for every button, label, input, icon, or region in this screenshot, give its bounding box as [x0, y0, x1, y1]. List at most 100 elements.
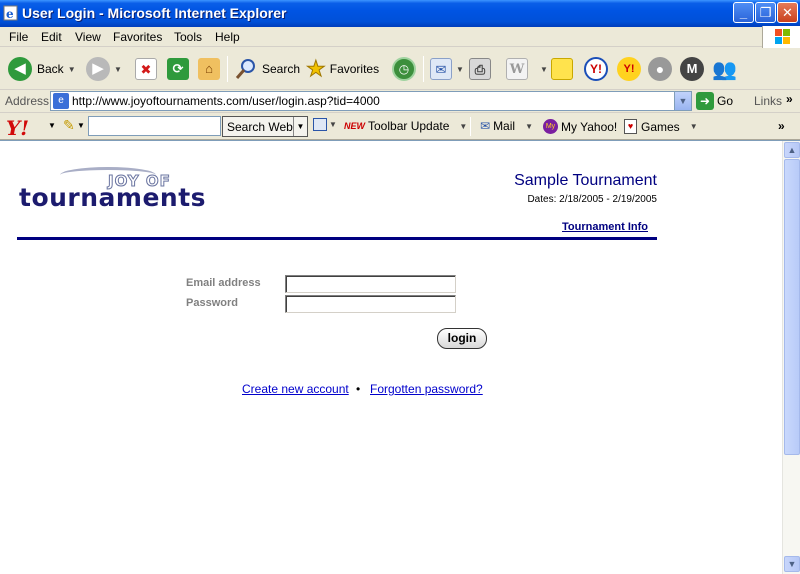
refresh-button[interactable]: ⟳	[167, 54, 189, 84]
yahoo-logo-dropdown-icon[interactable]: ▼	[48, 121, 56, 130]
search-icon	[235, 59, 255, 79]
toolbar-update-button[interactable]: NEW Toolbar Update ▼	[344, 119, 467, 133]
scroll-thumb[interactable]	[784, 159, 800, 455]
my-yahoo-button[interactable]: My My Yahoo!	[543, 119, 617, 134]
yahoo-search-input[interactable]	[88, 116, 221, 136]
back-label: Back	[37, 62, 64, 76]
options-dropdown-icon: ▼	[329, 120, 337, 129]
toolbar-options-button[interactable]: ▼	[313, 118, 337, 131]
speech-bubble-icon: ●	[648, 57, 672, 81]
favorites-label: Favorites	[329, 62, 380, 76]
forward-arrow-icon: ▶	[86, 57, 110, 81]
menu-edit[interactable]: Edit	[41, 30, 62, 44]
history-button[interactable]: ◷	[392, 54, 416, 84]
mail-button[interactable]: ✉ ▼	[430, 54, 464, 84]
create-account-link[interactable]: Create new account	[242, 382, 349, 396]
password-field[interactable]	[285, 295, 456, 313]
pencil-dropdown-icon[interactable]: ▼	[77, 121, 85, 130]
back-button[interactable]: ◀ Back ▼	[8, 54, 76, 84]
logo-tournaments: tournaments	[19, 183, 207, 212]
yahoo-mail-button[interactable]: ✉ Mail ▼	[480, 119, 533, 133]
games-dropdown-icon: ▼	[689, 122, 698, 131]
browser-window: e User Login - Microsoft Internet Explor…	[0, 0, 800, 574]
forgot-password-link[interactable]: Forgotten password?	[370, 382, 483, 396]
favorites-button[interactable]: ★ Favorites	[306, 54, 380, 84]
print-button[interactable]: ⎙	[469, 54, 491, 84]
search-label: Search	[262, 62, 301, 76]
yahoo-logo[interactable]: Y!	[6, 116, 29, 140]
new-badge: NEW	[344, 121, 365, 131]
mail-dropdown-icon[interactable]: ▼	[456, 65, 464, 74]
maximize-button[interactable]: ❐	[755, 2, 776, 23]
toolbar-separator	[470, 117, 471, 136]
email-label: Email address	[186, 277, 261, 289]
pencil-icon[interactable]: ✎	[63, 117, 75, 134]
email-field[interactable]	[285, 275, 456, 293]
search-web-label: Search Web	[227, 120, 293, 134]
menu-view[interactable]: View	[75, 30, 101, 44]
links-label[interactable]: Links	[754, 94, 782, 108]
menu-favorites[interactable]: Favorites	[113, 30, 162, 44]
window-title: User Login - Microsoft Internet Explorer	[22, 5, 287, 21]
chat-button[interactable]: ●	[648, 54, 672, 84]
header-divider	[17, 237, 657, 240]
toolbar-update-label: Toolbar Update	[368, 119, 450, 133]
standard-toolbar: ◀ Back ▼ ▶ ▼ ✖ ⟳ ⌂ Search ★ Favorites ◷ …	[0, 48, 800, 90]
link-separator: •	[356, 382, 361, 396]
close-button[interactable]: ✕	[777, 2, 798, 23]
search-button[interactable]: Search	[234, 54, 300, 84]
tournament-info-link[interactable]: Tournament Info	[562, 221, 648, 233]
forward-dropdown-icon[interactable]: ▼	[114, 65, 122, 74]
history-icon: ◷	[392, 57, 416, 81]
mail-dropdown-icon: ▼	[525, 121, 533, 131]
toolbar-chevron-icon[interactable]: »	[778, 119, 785, 133]
toolbar-separator	[227, 56, 228, 82]
title-bar[interactable]: e User Login - Microsoft Internet Explor…	[0, 0, 800, 27]
favorites-star-icon: ★	[306, 56, 327, 82]
minimize-button[interactable]: _	[733, 2, 754, 23]
mail-envelope-icon: ✉	[430, 58, 452, 80]
scroll-down-icon[interactable]: ▼	[784, 556, 800, 572]
media-m-icon: M	[680, 57, 704, 81]
address-input[interactable]: e http://www.joyoftournaments.com/user/l…	[50, 91, 692, 111]
back-dropdown-icon[interactable]: ▼	[68, 65, 76, 74]
search-web-dropdown-icon[interactable]: ▼	[293, 117, 307, 136]
forward-button[interactable]: ▶ ▼	[86, 54, 122, 84]
yahoo-messenger-button[interactable]: Y!	[584, 54, 608, 84]
messenger-people-icon: 👥	[712, 58, 737, 81]
back-arrow-icon: ◀	[8, 57, 32, 81]
address-url[interactable]: http://www.joyoftournaments.com/user/log…	[72, 94, 380, 108]
games-button[interactable]: ♥ Games ▼	[624, 119, 698, 134]
menu-help[interactable]: Help	[215, 30, 240, 44]
go-button[interactable]: ➜ Go	[696, 92, 733, 110]
address-dropdown-icon[interactable]: ▼	[674, 92, 691, 110]
home-button[interactable]: ⌂	[198, 54, 220, 84]
menu-tools[interactable]: Tools	[174, 30, 202, 44]
update-dropdown-icon: ▼	[459, 121, 468, 131]
playing-card-icon: ♥	[624, 119, 637, 134]
vertical-scrollbar[interactable]: ▲ ▼	[782, 141, 800, 574]
search-web-button[interactable]: Search Web ▼	[222, 116, 308, 137]
messenger-button[interactable]: 👥	[712, 54, 737, 84]
edit-word-button[interactable]: W ▼	[506, 54, 548, 84]
go-arrow-icon: ➜	[696, 92, 714, 110]
login-button[interactable]: login	[437, 328, 487, 349]
my-yahoo-icon: My	[543, 119, 558, 134]
mail-label: Mail	[493, 119, 516, 133]
menu-file[interactable]: File	[9, 30, 28, 44]
menu-bar: File Edit View Favorites Tools Help	[0, 27, 800, 47]
windows-logo-icon	[762, 26, 800, 48]
stop-button[interactable]: ✖	[135, 54, 157, 84]
discuss-button[interactable]	[551, 54, 573, 84]
yahoo-smiley-button[interactable]: Y!	[617, 54, 641, 84]
smiley-icon: Y!	[617, 57, 641, 81]
edit-dropdown-icon[interactable]: ▼	[540, 65, 548, 74]
ie-page-icon: e	[53, 93, 69, 109]
media-button[interactable]: M	[680, 54, 704, 84]
scroll-up-icon[interactable]: ▲	[784, 142, 800, 158]
links-chevron-icon[interactable]: »	[786, 92, 793, 106]
password-label: Password	[186, 297, 238, 309]
svg-text:e: e	[6, 7, 14, 21]
yahoo-y-icon: Y!	[584, 57, 608, 81]
window-icon	[313, 118, 327, 131]
